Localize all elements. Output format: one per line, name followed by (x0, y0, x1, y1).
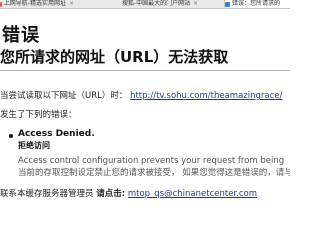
requested-url-link[interactable]: http://tv.sohu.com/theamazingrace/ (130, 91, 282, 101)
attempt-text: 当尝试读取以下网址（URL）时： (0, 91, 128, 101)
navigation-favicon-icon (0, 1, 2, 7)
tab-error[interactable]: 错误：您所请求的 (224, 0, 290, 8)
contact-email-link[interactable]: mtop_qs@chinanetcenter.com (128, 189, 257, 199)
divider (0, 70, 290, 71)
access-denied-chinese: 拒绝访问 (18, 141, 50, 150)
detail-english: Access control configuration prevents yo… (18, 156, 285, 166)
tab-label: 错误：您所请求的 (232, 0, 281, 7)
close-tab-icon[interactable]: × (193, 0, 198, 8)
error-page: 错误 您所请求的网址（URL）无法获取 当尝试读取以下网址（URL）时： htt… (0, 9, 290, 224)
contact-prefix: 联系本缓存服务器管理员 (0, 189, 94, 199)
tab-navigation[interactable]: 上网导航-精选实用网址 × (0, 0, 74, 8)
close-tab-icon[interactable]: × (69, 0, 74, 8)
tab-label: 上网导航-精选实用网址 (3, 0, 66, 7)
attempt-line: 当尝试读取以下网址（URL）时： http://tv.sohu.com/thea… (0, 89, 282, 101)
access-denied-heading: Access Denied. (18, 129, 95, 139)
browser-tab-bar: 上网导航-精选实用网址 × 搜狐-中国最大的门户网站 × 错误：您所请求的 (0, 0, 290, 9)
contact-line: 联系本缓存服务器管理员 请点击: mtop_qs@chinanetcenter.… (0, 187, 257, 199)
error-subtitle: 您所请求的网址（URL）无法获取 (0, 48, 229, 66)
detail-chinese: 当前的存取控制设定禁止您的请求被接受， 如果您觉得这是错误的，请与 (18, 168, 290, 178)
encountered-text: 发生了下列的错误： (0, 110, 77, 120)
tab-label: 搜狐-中国最大的门户网站 (122, 0, 191, 7)
page-title: 错误 (2, 25, 40, 46)
tab-sohu[interactable]: 搜狐-中国最大的门户网站 × (120, 0, 198, 8)
error-favicon-icon (225, 1, 230, 7)
bullet-icon (9, 134, 13, 138)
contact-bold: 请点击: (96, 189, 126, 199)
